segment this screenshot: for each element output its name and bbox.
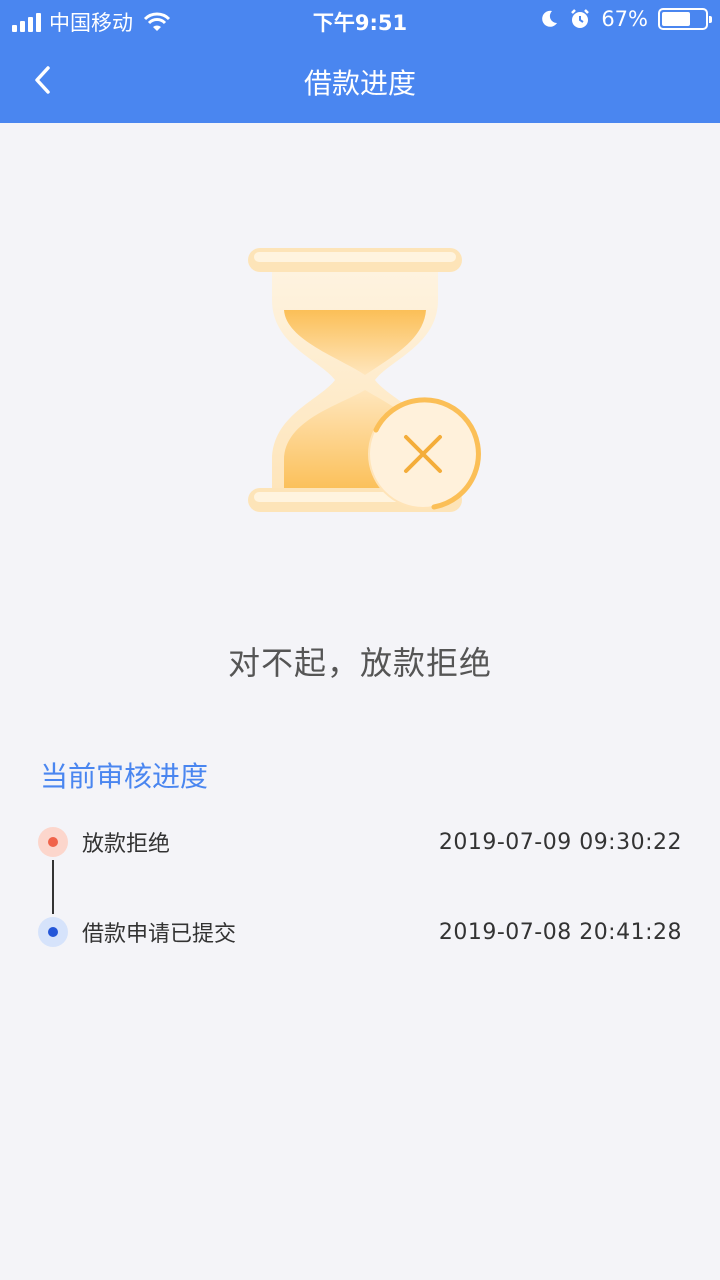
rejected-status-dot <box>38 827 68 857</box>
moon-icon <box>542 10 558 27</box>
hourglass-icon <box>248 248 481 512</box>
alarm-icon <box>571 9 590 28</box>
hourglass-rejected-illustration <box>240 240 490 530</box>
page-title: 借款进度 <box>303 67 416 100</box>
status-bar: 中国移动 下午9:51 67% <box>0 0 720 40</box>
app-header: 中国移动 下午9:51 67% 借款进度 <box>0 0 720 123</box>
step-label: 放款拒绝 <box>82 832 171 857</box>
battery-icon <box>658 8 712 30</box>
step-time: 2019-07-08 20:41:28 <box>438 919 682 945</box>
battery-level <box>662 12 691 26</box>
submitted-status-dot <box>38 917 68 947</box>
timeline-connector <box>52 860 54 914</box>
progress-section-title: 当前审核进度 <box>40 760 209 793</box>
timeline-step-rejected: 放款拒绝 2019-07-09 09:30:22 <box>38 822 682 862</box>
step-time: 2019-07-09 09:30:22 <box>438 829 682 855</box>
result-message: 对不起，放款拒绝 <box>227 644 492 682</box>
battery-percent: 67% <box>601 7 648 31</box>
timeline-step-submitted: 借款申请已提交 2019-07-08 20:41:28 <box>38 912 682 952</box>
step-label: 借款申请已提交 <box>82 922 237 947</box>
